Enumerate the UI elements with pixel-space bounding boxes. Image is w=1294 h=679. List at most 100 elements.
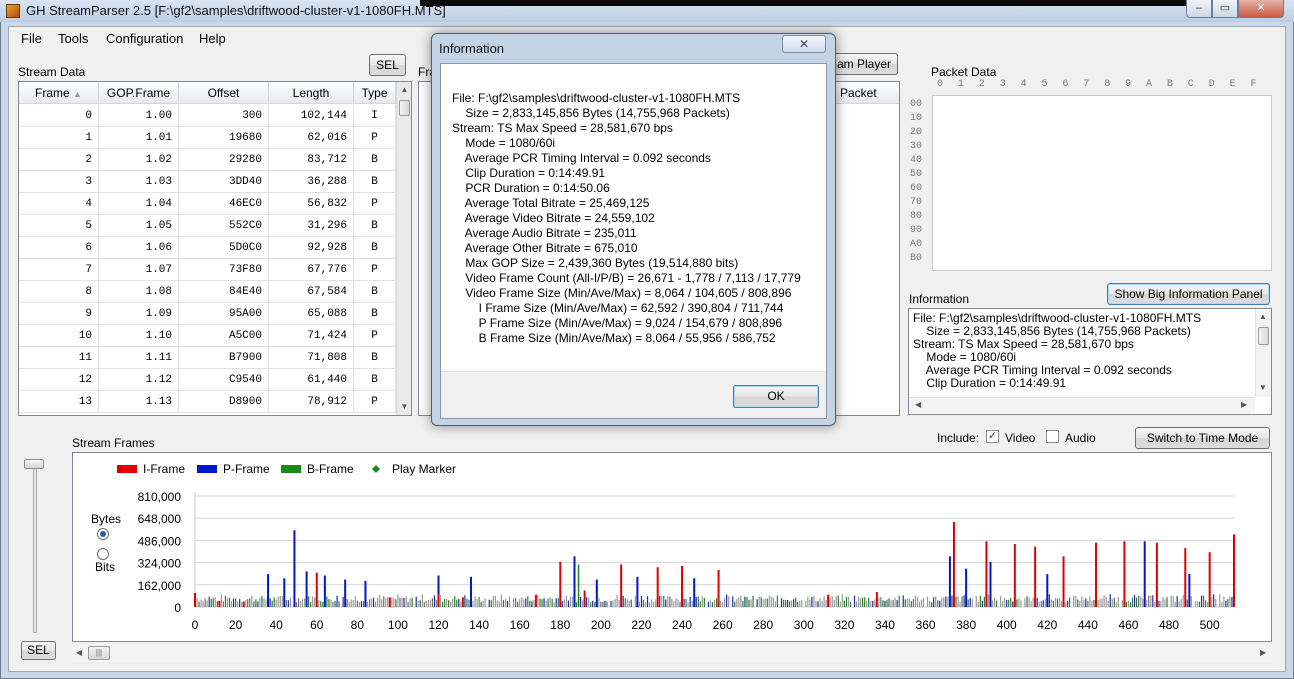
table-cell: 0 [19, 105, 99, 127]
grid-scroll-thumb[interactable] [399, 100, 410, 116]
table-row[interactable]: 8 1.08 84E40 67,584 B [19, 281, 396, 303]
col-header-frame[interactable]: Frame ▲ [19, 82, 99, 104]
table-row[interactable]: 1 1.01 19680 62,016 P [19, 127, 396, 149]
dialog-info-line: Average Total Bitrate = 25,469,125 [452, 196, 650, 210]
table-row[interactable]: 7 1.07 73F80 67,776 P [19, 259, 396, 281]
table-row[interactable]: 2 1.02 29280 83,712 B [19, 149, 396, 171]
zoom-slider-track[interactable] [33, 463, 37, 633]
table-cell: 13 [19, 391, 99, 413]
packet-row-label: 50 [910, 169, 923, 180]
table-cell: P [354, 391, 396, 413]
table-row[interactable]: 11 1.11 B7900 71,808 B [19, 347, 396, 369]
table-cell: B [354, 149, 396, 171]
dialog-info-line: Clip Duration = 0:14:49.91 [452, 166, 606, 180]
video-checkbox-label[interactable]: Video [1005, 431, 1035, 445]
table-row[interactable]: 9 1.09 95A00 65,088 B [19, 303, 396, 325]
menu-help[interactable]: Help [199, 31, 226, 46]
chart-scroll-thumb[interactable]: ||| [88, 646, 110, 660]
dialog-info-line: Max GOP Size = 2,439,360 Bytes (19,514,8… [452, 256, 739, 270]
col-header-length[interactable]: Length [269, 82, 354, 104]
information-text-box[interactable]: File: F:\gf2\samples\driftwood-cluster-v… [908, 308, 1272, 415]
packet-data-label: Packet Data [931, 65, 997, 79]
info-vertical-scrollbar[interactable]: ▲ ▼ [1255, 309, 1271, 397]
table-row[interactable]: 3 1.03 3DD40 36,288 B [19, 171, 396, 193]
info-scroll-right-icon[interactable]: ▶ [1241, 400, 1247, 409]
packet-row-label: 20 [910, 127, 923, 138]
table-cell: 92,928 [269, 237, 354, 259]
info-scroll-left-icon[interactable]: ◀ [915, 400, 921, 409]
legend-swatch [281, 465, 301, 473]
dialog-info-line: Size = 2,833,145,856 Bytes (14,755,968 P… [452, 106, 730, 120]
info-scroll-thumb[interactable] [1258, 327, 1269, 345]
stream-frames-chart[interactable]: 810,000 648,000 486,000 324,000 162,000 00 20 4… [72, 452, 1272, 642]
zoom-slider-thumb[interactable] [24, 459, 44, 469]
menu-configuration[interactable]: Configuration [106, 31, 183, 46]
grid-vertical-scrollbar[interactable]: ▲ ▼ [396, 82, 411, 415]
y-tick-label: 810,000 [138, 490, 182, 504]
table-cell: 3 [19, 171, 99, 193]
x-tick-label: 420 [1037, 618, 1057, 632]
table-cell: P [354, 325, 396, 347]
table-cell: 67,584 [269, 281, 354, 303]
audio-checkbox[interactable] [1046, 430, 1059, 443]
maximize-button[interactable]: ▭ [1212, 0, 1238, 18]
chart-sel-button[interactable]: SEL [21, 641, 56, 660]
table-cell: 10 [19, 325, 99, 347]
x-tick-label: 200 [591, 618, 611, 632]
dialog-ok-button[interactable]: OK [733, 385, 819, 408]
table-row[interactable]: 13 1.13 D8900 78,912 P [19, 391, 396, 413]
table-row[interactable]: 4 1.04 46EC0 56,832 P [19, 193, 396, 215]
chart-scroll-left-icon[interactable]: ◀ [76, 648, 82, 657]
menu-file[interactable]: File [21, 31, 42, 46]
x-tick-label: 0 [192, 618, 199, 632]
table-cell: 1.11 [99, 347, 179, 369]
chart-scroll-right-icon[interactable]: ▶ [1260, 648, 1266, 657]
table-cell: P [354, 127, 396, 149]
table-row[interactable]: 6 1.06 5D0C0 92,928 B [19, 237, 396, 259]
show-big-info-panel-button[interactable]: Show Big Information Panel [1107, 283, 1270, 305]
dialog-footer: OK [441, 371, 826, 418]
video-checkbox[interactable]: ✓ [986, 430, 999, 443]
table-cell: 102,144 [269, 105, 354, 127]
menu-tools[interactable]: Tools [58, 31, 88, 46]
table-row[interactable]: 0 1.00 300 102,144 I [19, 105, 396, 127]
info-scroll-down-icon[interactable]: ▼ [1259, 383, 1267, 392]
table-row[interactable]: 5 1.05 552C0 31,296 B [19, 215, 396, 237]
close-button[interactable]: ✕ [1238, 0, 1284, 18]
table-cell: 1.02 [99, 149, 179, 171]
info-horizontal-scrollbar[interactable]: ◀ ▶ [909, 397, 1255, 414]
packet-col-label: D [1208, 79, 1215, 90]
y-tick-label: 0 [174, 601, 181, 615]
table-cell: 1.05 [99, 215, 179, 237]
table-row[interactable]: 10 1.10 A5C00 71,424 P [19, 325, 396, 347]
dialog-close-button[interactable]: ✕ [782, 35, 826, 53]
scroll-up-icon[interactable]: ▲ [397, 82, 411, 98]
y-tick-label: 162,000 [138, 579, 182, 593]
stream-data-grid[interactable]: Frame ▲ GOP.Frame Offset Length Type 0 1.… [18, 81, 412, 416]
col-header-type[interactable]: Type [354, 82, 396, 104]
table-cell: 1.08 [99, 281, 179, 303]
col-header-offset[interactable]: Offset [179, 82, 269, 104]
information-dialog[interactable]: Information ✕ File: F:\gf2\samples\drift… [431, 33, 836, 426]
x-tick-label: 140 [469, 618, 489, 632]
scroll-down-icon[interactable]: ▼ [397, 399, 411, 415]
switch-time-mode-button[interactable]: Switch to Time Mode [1135, 427, 1270, 449]
stream-data-sel-button[interactable]: SEL [369, 54, 406, 76]
col-header-gop-frame[interactable]: GOP.Frame [99, 82, 179, 104]
chart-horizontal-scrollbar[interactable]: ◀ ||| ▶ [72, 645, 1272, 662]
audio-checkbox-label[interactable]: Audio [1065, 431, 1096, 445]
x-tick-label: 160 [510, 618, 530, 632]
packet-data-view[interactable] [932, 95, 1272, 271]
table-cell: P [354, 259, 396, 281]
table-row[interactable]: 12 1.12 C9540 61,440 B [19, 369, 396, 391]
table-cell: 31,296 [269, 215, 354, 237]
info-scroll-up-icon[interactable]: ▲ [1259, 312, 1267, 321]
packet-row-label: 10 [910, 113, 923, 124]
dialog-info-line: Stream: TS Max Speed = 28,581,670 bps [452, 121, 673, 135]
minimize-button[interactable]: – [1186, 0, 1212, 18]
x-tick-label: 480 [1159, 618, 1179, 632]
dialog-info-line: PCR Duration = 0:14:50.06 [452, 181, 610, 195]
table-cell: 73F80 [179, 259, 269, 281]
window-title: GH StreamParser 2.5 [F:\gf2\samples\drif… [26, 3, 446, 18]
table-cell: 11 [19, 347, 99, 369]
